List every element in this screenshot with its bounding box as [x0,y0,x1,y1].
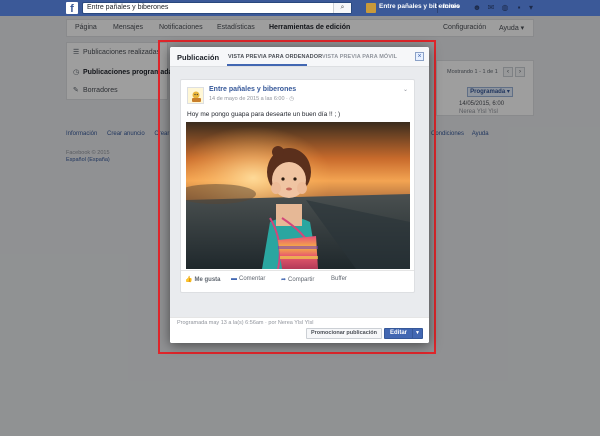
facebook-logo[interactable]: f [66,2,78,14]
buffer-button[interactable]: Buffer [331,276,347,282]
dialog-header: Publicación VISTA PREVIA PARA ORDENADOR … [170,47,429,67]
comment-label: Comentar [239,276,266,282]
like-label: Me gusta [194,277,221,283]
dropdown-icon[interactable]: ▾ [526,3,536,13]
share-icon: ➦ [281,277,287,283]
active-tab-indicator [227,64,307,66]
share-label: Compartir [288,277,315,283]
share-button[interactable]: ➦ Compartir [281,276,314,283]
page-avatar-small[interactable] [366,3,376,13]
post-timestamp-text: 14 de mayo de 2015 a las 6:00 · [209,96,290,102]
close-icon[interactable]: × [415,52,424,61]
like-button[interactable]: 👍 Me gusta [185,276,221,283]
dialog-title: Publicación [177,53,220,62]
friends-icon[interactable]: ☻ [472,3,482,13]
search-input[interactable]: Entre pañales y biberones ⌕ [82,2,352,14]
buffer-label: Buffer [331,276,347,282]
divider [437,3,438,13]
post-preview-dialog: Publicación VISTA PREVIA PARA ORDENADOR … [170,47,429,343]
post-timestamp: 14 de mayo de 2015 a las 6:00 · ◷ [209,96,294,102]
comment-button[interactable]: ▬ Comentar [231,276,265,282]
post-preview-card: Entre pañales y biberones 14 de mayo de … [180,79,415,293]
page-avatar[interactable] [187,87,204,104]
chevron-down-icon[interactable]: ⌄ [403,86,408,93]
dialog-footer: Programada may 13 a la(s) 6:56am · por N… [170,317,429,343]
post-message: Hoy me pongo guapa para desearte un buen… [187,111,341,118]
tab-mobile-preview[interactable]: VISTA PREVIA PARA MÓVIL [322,54,397,60]
chevron-down-icon[interactable]: ▼ [412,329,422,338]
post-actions-bar: 👍 Me gusta ▬ Comentar ➦ Compartir Buffer [181,270,414,288]
clock-icon: ◷ [289,96,295,102]
scheduled-note: Programada may 13 a la(s) 6:56am · por N… [177,320,314,326]
messages-icon[interactable]: ✉ [486,3,496,13]
lock-icon[interactable]: ▪ [514,3,524,13]
tab-desktop-preview[interactable]: VISTA PREVIA PARA ORDENADOR [228,54,322,60]
search-value: Entre pañales y biberones [87,4,169,11]
thumbs-up-icon: 👍 [185,277,193,283]
edit-button[interactable]: Editar ▼ [384,328,423,339]
promote-post-button[interactable]: Promocionar publicación [306,328,382,339]
post-photo[interactable] [186,122,410,269]
comment-icon: ▬ [231,276,237,282]
dialog-body: Entre pañales y biberones 14 de mayo de … [170,67,429,317]
top-bar: f Entre pañales y biberones ⌕ Entre paña… [0,0,600,16]
home-link[interactable]: Inicio [443,3,460,10]
post-page-name[interactable]: Entre pañales y biberones [209,86,296,93]
globe-icon[interactable]: ◍ [500,3,510,13]
edit-button-label: Editar [390,330,408,336]
search-icon[interactable]: ⌕ [333,3,351,13]
